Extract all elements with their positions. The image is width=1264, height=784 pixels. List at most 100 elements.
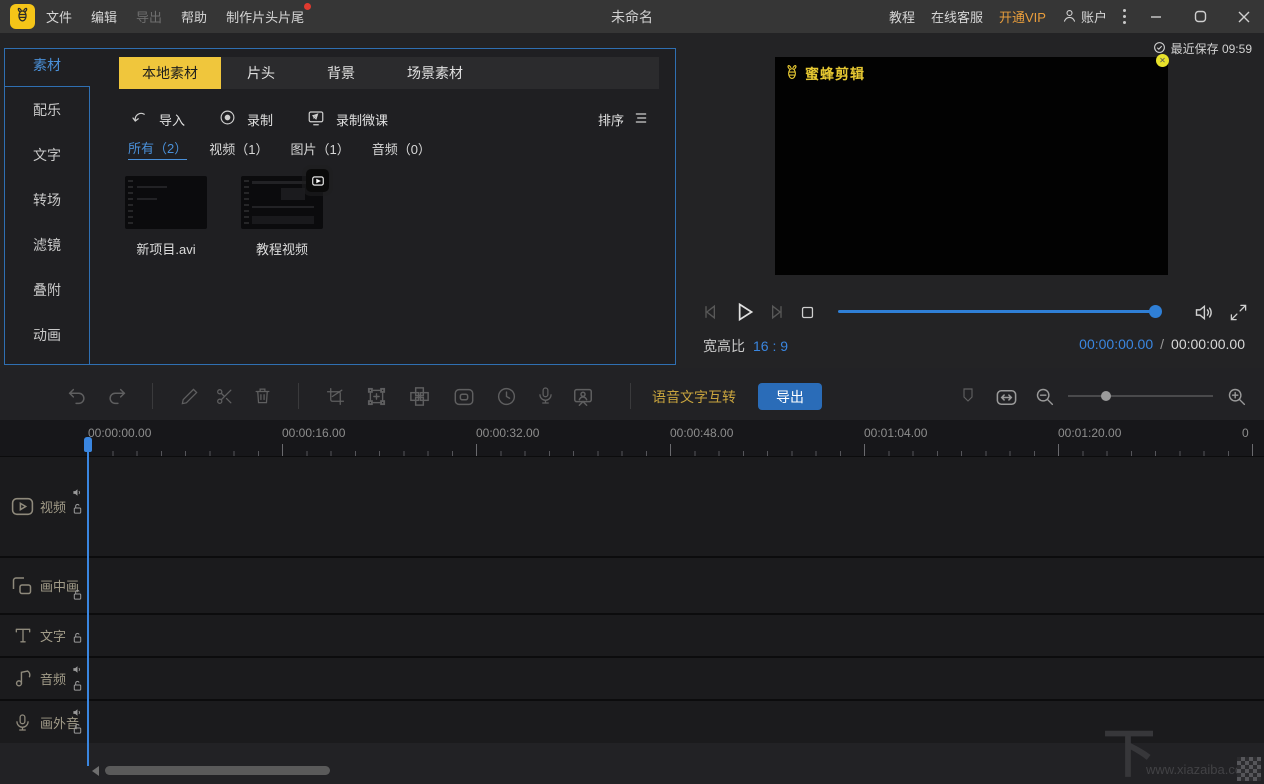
timeline-zoom-slider[interactable] <box>1068 395 1213 397</box>
track-lock-icon[interactable] <box>72 631 83 644</box>
menu-file[interactable]: 文件 <box>46 7 72 26</box>
tutorial-link[interactable]: 教程 <box>889 7 915 26</box>
record-lesson-button[interactable]: 录制微课 <box>307 109 388 130</box>
fullscreen-icon[interactable] <box>1228 302 1248 322</box>
sidebar-item-text[interactable]: 文字 <box>5 140 89 170</box>
preview-progress-track[interactable] <box>838 310 1160 313</box>
volume-icon[interactable] <box>1192 301 1214 323</box>
sidebar-item-overlay[interactable]: 叠附 <box>5 275 89 305</box>
duration-clock-button[interactable] <box>496 386 517 407</box>
webcam-record-button[interactable] <box>572 386 594 408</box>
menu-help[interactable]: 帮助 <box>181 7 207 26</box>
tab-background[interactable]: 背景 <box>301 57 381 89</box>
sidebar-item-animation[interactable]: 动画 <box>5 320 89 350</box>
timeline-ruler[interactable]: 00:00:00.00 00:00:16.00 00:00:32.00 00:0… <box>0 420 1264 456</box>
track-volume-icon[interactable] <box>72 487 83 498</box>
tab-local-material[interactable]: 本地素材 <box>119 57 221 89</box>
track-lock-icon[interactable] <box>72 679 83 692</box>
record-button[interactable]: 录制 <box>219 109 273 129</box>
edit-pencil-button[interactable] <box>180 387 199 406</box>
export-button[interactable]: 导出 <box>758 383 822 410</box>
titlebar: 文件 编辑 导出 帮助 制作片头片尾 未命名 教程 在线客服 开通VIP 账户 <box>0 0 1264 33</box>
ruler-label: 00:00:32.00 <box>476 426 540 440</box>
bee-icon <box>14 6 31 28</box>
notification-dot <box>304 3 312 10</box>
menu-edit[interactable]: 编辑 <box>91 7 117 26</box>
zoom-in-button[interactable] <box>1226 386 1247 407</box>
sidebar-item-filter[interactable]: 滤镜 <box>5 230 89 260</box>
sidebar-item-transition[interactable]: 转场 <box>5 185 89 215</box>
track-voiceover[interactable]: 画外音 <box>0 701 1264 743</box>
speech-to-text-button[interactable]: 语音文字互转 <box>652 387 736 407</box>
watermark-close-icon[interactable]: ✕ <box>1156 54 1169 67</box>
video-track-icon <box>10 494 35 519</box>
ruler-label: 0 <box>1242 426 1249 440</box>
app-logo[interactable] <box>10 4 35 29</box>
filter-image[interactable]: 图片（1） <box>290 139 349 160</box>
crop-button[interactable] <box>326 387 345 406</box>
text-track-icon <box>13 626 33 646</box>
aspect-ratio-value[interactable]: 16 : 9 <box>753 338 788 354</box>
preview-canvas: 蜜蜂剪辑 <box>775 57 1168 275</box>
track-lock-icon[interactable] <box>72 588 83 601</box>
filter-audio[interactable]: 音频（0） <box>372 139 431 160</box>
redo-button[interactable] <box>106 385 128 407</box>
marker-flag-button[interactable] <box>960 387 976 403</box>
stop-button[interactable] <box>798 303 816 321</box>
track-volume-icon[interactable] <box>72 664 83 675</box>
minimize-button[interactable] <box>1142 0 1170 33</box>
ruler-label: 00:00:00.00 <box>88 426 152 440</box>
total-timecode: 00:00:00.00 <box>1171 336 1245 352</box>
fit-timeline-button[interactable] <box>995 386 1018 409</box>
sidebar-item-music[interactable]: 配乐 <box>5 95 89 125</box>
track-video[interactable]: 视频 <box>0 457 1264 556</box>
list-icon <box>633 110 649 129</box>
media-panel: 素材 配乐 文字 转场 滤镜 叠附 动画 本地素材 片头 背景 场景素材 导入 <box>4 48 676 365</box>
sidebar-item-material[interactable]: 素材 <box>5 50 89 80</box>
track-pip[interactable]: 画中画 <box>0 558 1264 613</box>
playhead-handle[interactable] <box>84 437 92 452</box>
prev-frame-button[interactable] <box>700 301 722 323</box>
close-button[interactable] <box>1230 0 1258 33</box>
undo-button[interactable] <box>66 385 88 407</box>
track-lock-icon[interactable] <box>72 502 83 515</box>
zoom-out-button[interactable] <box>1034 386 1055 407</box>
aspect-ratio-row: 宽高比 16 : 9 <box>703 336 788 356</box>
sort-button[interactable]: 排序 <box>598 107 649 131</box>
import-button[interactable]: 导入 <box>130 109 185 130</box>
account-button[interactable]: 账户 <box>1062 7 1107 26</box>
pip-button[interactable] <box>453 386 475 408</box>
sidebar-divider <box>89 86 90 364</box>
media-item-name: 新项目.avi <box>136 242 196 257</box>
app-window: 文件 编辑 导出 帮助 制作片头片尾 未命名 教程 在线客服 开通VIP 账户 <box>0 0 1264 784</box>
filter-video[interactable]: 视频（1） <box>209 139 268 160</box>
filter-all[interactable]: 所有（2） <box>128 138 188 160</box>
media-thumbnail <box>125 176 207 229</box>
delete-trash-button[interactable] <box>253 386 272 405</box>
support-link[interactable]: 在线客服 <box>931 7 983 26</box>
media-tabs: 本地素材 片头 背景 场景素材 <box>119 57 659 89</box>
track-lock-icon[interactable] <box>72 722 83 735</box>
more-menu-icon[interactable] <box>1123 9 1126 24</box>
media-item-tutorial[interactable]: 教程视频 <box>241 169 329 258</box>
mosaic-button[interactable] <box>408 385 431 408</box>
track-volume-icon[interactable] <box>72 707 83 718</box>
preview-progress-handle[interactable] <box>1149 305 1162 318</box>
maximize-button[interactable] <box>1186 0 1214 33</box>
cut-scissors-button[interactable] <box>215 387 234 406</box>
track-text[interactable]: 文字 <box>0 615 1264 656</box>
menu-intro-outro[interactable]: 制作片头片尾 <box>226 3 312 26</box>
horizontal-scrollbar[interactable] <box>105 766 330 775</box>
next-frame-button[interactable] <box>765 301 787 323</box>
media-item-project[interactable]: 新项目.avi <box>125 176 207 258</box>
microphone-button[interactable] <box>536 386 555 405</box>
zoom-region-button[interactable] <box>366 386 387 407</box>
timeline-zoom-handle[interactable] <box>1101 391 1111 401</box>
tab-scene-material[interactable]: 场景素材 <box>381 57 489 89</box>
scroll-left-arrow[interactable] <box>92 766 99 776</box>
menu-export[interactable]: 导出 <box>136 7 162 26</box>
track-audio[interactable]: 音频 <box>0 658 1264 699</box>
tab-intro[interactable]: 片头 <box>221 57 301 89</box>
vip-link[interactable]: 开通VIP <box>999 7 1046 26</box>
play-button[interactable] <box>731 299 757 325</box>
